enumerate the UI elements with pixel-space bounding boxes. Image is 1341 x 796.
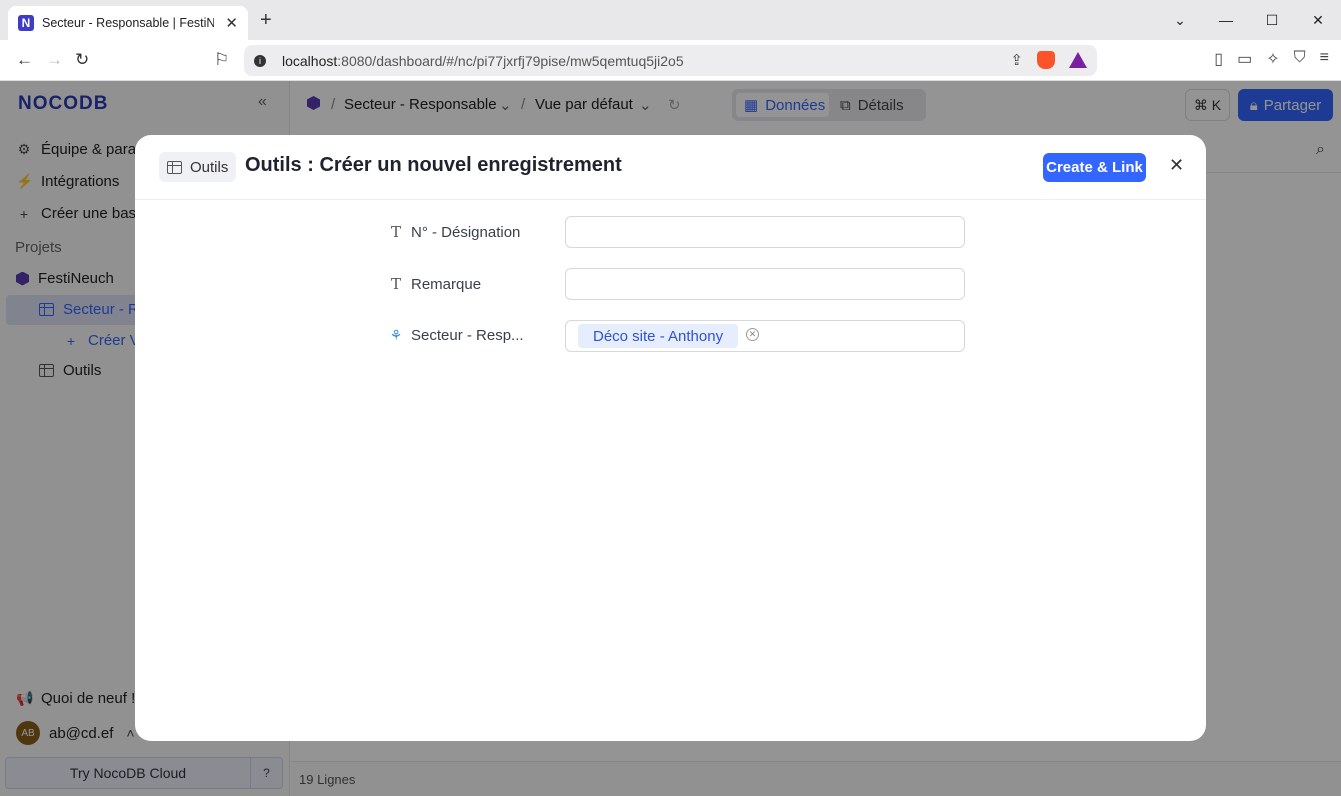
brave-shields-icon[interactable] xyxy=(1037,51,1055,69)
new-tab-icon[interactable]: + xyxy=(260,9,272,32)
brave-rewards-icon[interactable] xyxy=(1069,52,1087,68)
tab-title: Secteur - Responsable | FestiNeuch xyxy=(42,16,214,30)
url-host: localhost xyxy=(282,52,338,69)
browser-tab-bar: N Secteur - Responsable | FestiNeuch ✕ +… xyxy=(0,0,1341,40)
expanded-form-modal: Outils Outils : Créer un nouvel enregist… xyxy=(135,135,1206,741)
reload-icon[interactable]: ↻ xyxy=(75,50,89,70)
bookmark-icon[interactable]: ⚐ xyxy=(214,50,229,70)
field-label-secteur: ⚘ Secteur - Resp... xyxy=(389,327,524,344)
maximize-icon[interactable]: ☐ xyxy=(1249,0,1295,40)
secteur-link-field[interactable]: Déco site - Anthony ✕ xyxy=(565,320,965,352)
linked-record-chip[interactable]: Déco site - Anthony xyxy=(578,324,739,348)
url-field[interactable]: i localhost:8080/dashboard/#/nc/pi77jxrf… xyxy=(244,45,1097,76)
window-controls: ⌄ — ☐ ✕ xyxy=(1157,0,1341,40)
menu-icon[interactable]: ≡ xyxy=(1320,49,1329,69)
tab-search-icon[interactable]: ⌄ xyxy=(1157,0,1203,40)
minimize-icon[interactable]: — xyxy=(1203,0,1249,40)
share-page-icon[interactable]: ⇪ xyxy=(1010,51,1023,69)
text-field-icon: T xyxy=(390,275,401,293)
designation-input[interactable] xyxy=(565,216,965,248)
address-bar: ← → ↻ ⚐ i localhost:8080/dashboard/#/nc/… xyxy=(0,40,1341,81)
remarque-input[interactable] xyxy=(565,268,965,300)
leo-ai-icon[interactable]: ✧ xyxy=(1266,49,1279,69)
modal-title: Outils : Créer un nouvel enregistrement xyxy=(245,154,622,176)
table-icon xyxy=(167,160,182,174)
nocodb-favicon-icon: N xyxy=(18,15,34,31)
field-label-remarque: T Remarque xyxy=(390,275,482,293)
wallet-icon[interactable]: ▭ xyxy=(1237,49,1252,69)
close-icon[interactable]: ✕ xyxy=(1169,155,1184,176)
browser-tab[interactable]: N Secteur - Responsable | FestiNeuch ✕ xyxy=(8,6,248,40)
url-path: :8080/dashboard/#/nc/pi77jxrfj79pise/mw5… xyxy=(337,52,684,69)
link-field-icon: ⚘ xyxy=(389,327,403,343)
unlink-icon[interactable]: ✕ xyxy=(746,328,759,341)
sidebar-toggle-icon[interactable]: ▯ xyxy=(1214,49,1223,69)
table-chip: Outils xyxy=(159,152,237,182)
create-and-link-button[interactable]: Create & Link xyxy=(1043,153,1146,182)
text-field-icon: T xyxy=(390,223,401,241)
site-info-icon[interactable]: i xyxy=(254,54,266,67)
field-label-designation: T N° - Désignation xyxy=(390,223,521,241)
close-window-icon[interactable]: ✕ xyxy=(1295,0,1341,40)
forward-icon[interactable]: → xyxy=(46,50,63,70)
close-tab-icon[interactable]: ✕ xyxy=(225,14,238,32)
back-icon[interactable]: ← xyxy=(16,50,33,70)
modal-header: Outils Outils : Créer un nouvel enregist… xyxy=(135,135,1206,200)
vpn-icon[interactable]: ⛉ xyxy=(1294,49,1306,69)
